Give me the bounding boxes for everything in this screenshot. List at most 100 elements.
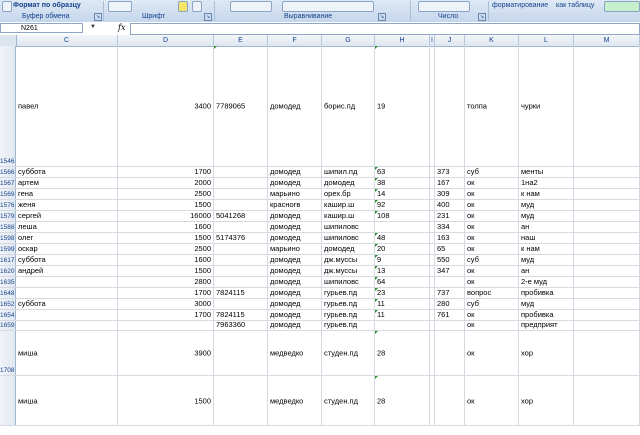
cell-c[interactable]: суббота [16,255,118,265]
column-header-m[interactable]: M [574,35,640,46]
alignment-buttons[interactable] [230,1,272,12]
cell-j[interactable]: 400 [435,200,465,210]
cell-c[interactable]: леша [16,222,118,232]
formula-input[interactable] [130,23,640,35]
cell-l[interactable]: пробивка [519,310,574,320]
cell-d[interactable]: 2500 [118,189,214,199]
cell-e[interactable] [214,376,268,425]
cell-j[interactable] [435,331,465,375]
column-header-j[interactable]: J [435,35,465,46]
cell-k[interactable]: ок [465,321,519,330]
cell-g[interactable]: домодед [322,178,375,188]
cell-e[interactable] [214,222,268,232]
cell-g[interactable]: борис.пд [322,46,375,166]
cell-l[interactable]: к нам [519,189,574,199]
row-header[interactable] [0,376,16,425]
cell-l[interactable]: хор [519,331,574,375]
worksheet-grid[interactable]: 1546 павел 3400 7789065 домодед борис.пд 19 тол… [0,46,640,435]
cell-g[interactable]: кашир.ш [322,211,375,221]
cell-g[interactable]: орех.бр [322,189,375,199]
cell-l[interactable]: чурки [519,46,574,166]
cell-f[interactable]: домодед [268,178,322,188]
cell-j[interactable]: 550 [435,255,465,265]
cell-d[interactable]: 3000 [118,299,214,309]
cell-l[interactable]: 1на2 [519,178,574,188]
cell-e[interactable] [214,189,268,199]
row-header[interactable]: 1576 [0,200,16,210]
row-header[interactable]: 1588 [0,222,16,232]
cell-g[interactable]: шипиловс [322,277,375,287]
column-header-h[interactable]: H [375,35,430,46]
cell-d[interactable]: 2800 [118,277,214,287]
cell-j[interactable]: 737 [435,288,465,298]
cell-h[interactable]: 11 [375,310,430,320]
number-launcher-icon[interactable]: ↘ [478,13,486,21]
cell-k[interactable]: ок [465,178,519,188]
cell-c[interactable]: павел [16,46,118,166]
cell-e[interactable]: 7963360 [214,321,268,330]
cell-m[interactable] [574,233,640,243]
cell-c[interactable]: суббота [16,299,118,309]
cell-h[interactable]: 63 [375,167,430,177]
cell-j[interactable]: 280 [435,299,465,309]
cell-k[interactable]: ок [465,331,519,375]
cell-d[interactable]: 1600 [118,222,214,232]
format-as-table-button[interactable]: как таблицу [556,0,594,12]
cell-g[interactable]: шипиловс [322,222,375,232]
cell-d[interactable]: 1600 [118,255,214,265]
cell-k[interactable]: ок [465,244,519,254]
cell-m[interactable] [574,222,640,232]
cell-m[interactable] [574,288,640,298]
cell-m[interactable] [574,266,640,276]
cell-f[interactable]: домодед [268,299,322,309]
cell-d[interactable] [118,321,214,330]
cell-g[interactable]: домодед [322,244,375,254]
cell-j[interactable]: 334 [435,222,465,232]
cell-g[interactable]: гурьев.пд [322,310,375,320]
cell-e[interactable] [214,255,268,265]
cell-j[interactable]: 347 [435,266,465,276]
cell-g[interactable]: кашир.ш [322,200,375,210]
cell-m[interactable] [574,189,640,199]
cell-k[interactable]: суб [465,167,519,177]
cell-k[interactable]: ок [465,189,519,199]
cell-f[interactable]: марьино [268,244,322,254]
row-header[interactable]: 1659 [0,321,16,330]
cell-h[interactable]: 20 [375,244,430,254]
row-header[interactable]: 1566 [0,167,16,177]
cell-m[interactable] [574,178,640,188]
cell-c[interactable]: олег [16,233,118,243]
cell-f[interactable]: домодед [268,233,322,243]
cell-l[interactable]: ан [519,266,574,276]
row-header[interactable]: 1617 [0,255,16,265]
row-header[interactable]: 1599 [0,244,16,254]
cell-m[interactable] [574,167,640,177]
cell-j[interactable]: 309 [435,189,465,199]
cell-d[interactable]: 16000 [118,211,214,221]
cell-d[interactable]: 1700 [118,288,214,298]
format-painter-button[interactable]: Формат по образцу [13,0,81,12]
cell-j[interactable] [435,46,465,166]
cell-d[interactable]: 1500 [118,376,214,425]
cell-f[interactable]: марьино [268,189,322,199]
cell-h[interactable]: 64 [375,277,430,287]
chevron-down-icon[interactable]: ▼ [90,24,96,30]
cell-e[interactable] [214,277,268,287]
row-header[interactable]: 1546 [0,46,16,166]
cell-c[interactable] [16,277,118,287]
font-launcher-icon[interactable]: ↘ [204,13,212,21]
cell-g[interactable]: гурьев.пд [322,321,375,330]
cell-f[interactable]: домодед [268,310,322,320]
cell-l[interactable]: муд [519,299,574,309]
cell-m[interactable] [574,376,640,425]
cell-g[interactable]: гурьев.пд [322,299,375,309]
cell-e[interactable]: 5174376 [214,233,268,243]
cell-f[interactable]: домодед [268,321,322,330]
column-header-l[interactable]: L [519,35,574,46]
cell-f[interactable]: домодед [268,277,322,287]
cell-e[interactable] [214,178,268,188]
cell-f[interactable]: домодед [268,46,322,166]
column-header-e[interactable]: E [214,35,268,46]
clipboard-launcher-icon[interactable]: ↘ [94,13,102,21]
clipboard-format-icon[interactable] [2,1,12,12]
